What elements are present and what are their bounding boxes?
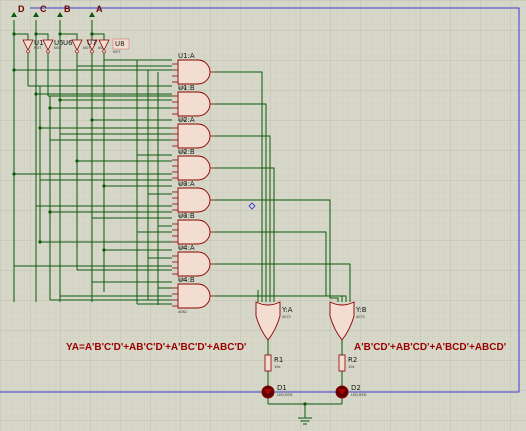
not-gate-u8-type: NOT xyxy=(113,50,121,54)
not-gate-u6-ref: U6 xyxy=(63,39,73,47)
and-gate-u3a-ref: U3:A xyxy=(178,180,195,188)
led-d1-ref: D1 xyxy=(277,384,287,392)
grid xyxy=(0,0,526,431)
and-gate-u2b-ref: U2:B xyxy=(178,148,195,156)
equation-ya: YA=A'B'C'D'+AB'C'D'+A'BC'D'+ABC'D' xyxy=(66,342,246,353)
not-gate-u7-ref: U7 xyxy=(87,39,97,47)
and-gate-u3b-ref: U3:B xyxy=(178,212,195,220)
led-d1-part: LED-RED xyxy=(277,393,293,397)
and-gate-u2a-ref: U2:A xyxy=(178,116,195,124)
or-gate-ya-part: 4072 xyxy=(282,315,291,319)
input-label-b: B xyxy=(64,4,71,14)
led-d2-ref: D2 xyxy=(351,384,361,392)
input-label-a: A xyxy=(96,4,103,14)
equation-yb: A'B'CD'+AB'CD'+A'BCD'+ABCD' xyxy=(354,342,506,353)
or-gate-yb-ref: Y:B xyxy=(355,306,367,314)
and-gate-u1a-ref: U1:A xyxy=(178,52,195,60)
resistor-r2-value: 10k xyxy=(348,365,355,369)
resistor-r2-ref: R2 xyxy=(348,356,357,364)
or-gate-yb-part: 4072 xyxy=(356,315,365,319)
and-gate-u4b-part: 4082 xyxy=(178,310,187,314)
and-gate-u4a-ref: U4:A xyxy=(178,244,195,252)
schematic-canvas: D C B A U1 NOT U5 NOT U6 NOT U7 NOT U8 N… xyxy=(0,0,526,431)
not-gate-u8-ref: U8 xyxy=(115,40,125,48)
input-label-d: D xyxy=(18,4,25,14)
or-gate-ya-ref: Y:A xyxy=(281,306,293,314)
circuit-schematic: D C B A U1 NOT U5 NOT U6 NOT U7 NOT U8 N… xyxy=(0,0,526,431)
and-gate-u1b-ref: U1:B xyxy=(178,84,195,92)
and-gate-u4b-ref: U4:B xyxy=(178,276,195,284)
resistor-r1-ref: R1 xyxy=(274,356,283,364)
input-label-c: C xyxy=(40,4,47,14)
resistor-r1-value: 10k xyxy=(274,365,281,369)
not-gate-u1-type: NOT xyxy=(34,46,42,50)
not-gate-u5-type: NOT xyxy=(54,46,62,50)
led-d2-part: LED-RED xyxy=(351,393,367,397)
